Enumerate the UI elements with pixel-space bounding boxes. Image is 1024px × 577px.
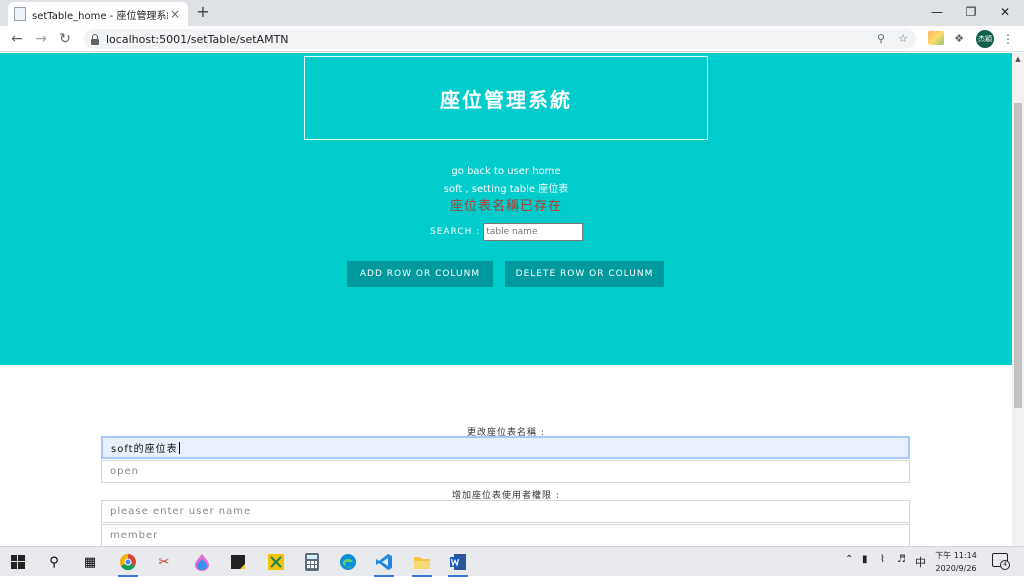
title-box: 座位管理系統 <box>304 56 708 140</box>
browser-toolbar: ← → ↻ localhost:5001/setTable/setAMTN ⚲ … <box>0 26 1024 52</box>
chrome-icon[interactable] <box>114 550 142 577</box>
sticky-notes-icon[interactable] <box>224 550 252 574</box>
wifi-icon[interactable]: ⌇ <box>880 554 885 565</box>
table-name-value: soft的座位表 <box>111 444 178 455</box>
tab-close-icon[interactable]: × <box>168 7 182 21</box>
hero-section: 座位管理系統 go back to user home soft , setti… <box>0 53 1012 365</box>
snipping-tool-icon[interactable]: ✂ <box>150 550 178 574</box>
forward-arrow-icon[interactable]: → <box>32 30 50 48</box>
role-field[interactable]: member <box>101 524 910 546</box>
text-caret <box>178 441 180 454</box>
network-tool-icon[interactable] <box>262 550 290 574</box>
maximize-button[interactable]: ❐ <box>954 0 988 26</box>
delete-row-or-column-button[interactable]: DELETE ROW OR COLUNM <box>505 261 664 287</box>
edge-icon[interactable] <box>334 550 362 574</box>
status-field[interactable]: open <box>101 460 910 483</box>
vertical-scrollbar[interactable]: ▲ <box>1012 53 1024 546</box>
address-bar[interactable]: localhost:5001/setTable/setAMTN ⚲ ☆ <box>84 29 916 49</box>
windows-taskbar: ⚲ ▦ ✂ ⌃ ▮ ⌇ ♬ 中 下午 11:14 2020/9/26 4 <box>0 546 1024 577</box>
close-window-button[interactable]: ✕ <box>988 0 1022 26</box>
extension-image-icon[interactable] <box>928 31 944 45</box>
notification-count-badge: 4 <box>1000 560 1010 570</box>
search-label: SEARCH : <box>430 227 481 237</box>
paint-3d-icon[interactable] <box>188 550 216 574</box>
add-row-or-column-button[interactable]: ADD ROW OR COLUNM <box>347 261 493 287</box>
file-explorer-icon[interactable] <box>408 550 436 577</box>
page-viewport: 座位管理系統 go back to user home soft , setti… <box>0 53 1012 546</box>
back-arrow-icon[interactable]: ← <box>8 30 26 48</box>
scroll-up-arrow-icon[interactable]: ▲ <box>1012 53 1024 65</box>
search-row: SEARCH : <box>430 223 584 241</box>
user-name-input[interactable]: please enter user name <box>101 500 910 523</box>
url-text[interactable]: localhost:5001/setTable/setAMTN <box>106 33 289 46</box>
new-tab-button[interactable]: + <box>194 3 212 21</box>
battery-icon[interactable]: ▮ <box>862 554 868 565</box>
user-name-placeholder: please enter user name <box>110 506 252 517</box>
back-to-user-home-link[interactable]: go back to user home <box>0 166 1012 177</box>
role-value: member <box>110 530 159 541</box>
minimize-button[interactable]: — <box>920 0 954 26</box>
clock-time: 下午 11:14 <box>935 551 977 560</box>
clock-date: 2020/9/26 <box>935 564 977 573</box>
zoom-icon[interactable]: ⚲ <box>872 30 890 48</box>
status-value: open <box>110 466 139 477</box>
word-icon[interactable] <box>444 550 472 577</box>
tab-strip: setTable_home - 座位管理系統 × + — ❐ ✕ <box>0 0 1024 26</box>
lock-icon[interactable] <box>90 33 100 45</box>
extensions-puzzle-icon[interactable]: ❖ <box>950 30 968 48</box>
page-icon <box>14 7 26 21</box>
calculator-icon[interactable] <box>298 550 326 574</box>
volume-icon[interactable]: ♬ <box>897 554 906 565</box>
reload-icon[interactable]: ↻ <box>56 30 74 48</box>
system-clock[interactable]: 下午 11:14 2020/9/26 <box>930 549 982 575</box>
page-title: 座位管理系統 <box>440 87 572 112</box>
scroll-thumb[interactable] <box>1014 103 1022 408</box>
task-view-icon[interactable]: ▦ <box>76 550 104 574</box>
browser-tab[interactable]: setTable_home - 座位管理系統 × <box>8 2 188 26</box>
error-message: 座位表名稱已存在 <box>449 199 562 214</box>
vscode-icon[interactable] <box>370 550 398 577</box>
windows-start-icon[interactable] <box>4 550 32 574</box>
tray-overflow-icon[interactable]: ⌃ <box>845 554 853 565</box>
profile-avatar[interactable]: 杰穎 <box>976 30 994 48</box>
table-name-input[interactable]: soft的座位表 <box>101 436 910 459</box>
search-input[interactable] <box>483 223 584 241</box>
search-icon[interactable]: ⚲ <box>40 550 68 574</box>
menu-kebab-icon[interactable]: ⋮ <box>1002 30 1014 48</box>
tab-title: setTable_home - 座位管理系統 <box>32 10 168 22</box>
setting-table-link[interactable]: soft , setting table 座位表 <box>0 180 1012 195</box>
bookmark-star-icon[interactable]: ☆ <box>894 30 912 48</box>
ime-indicator[interactable]: 中 <box>915 554 926 570</box>
